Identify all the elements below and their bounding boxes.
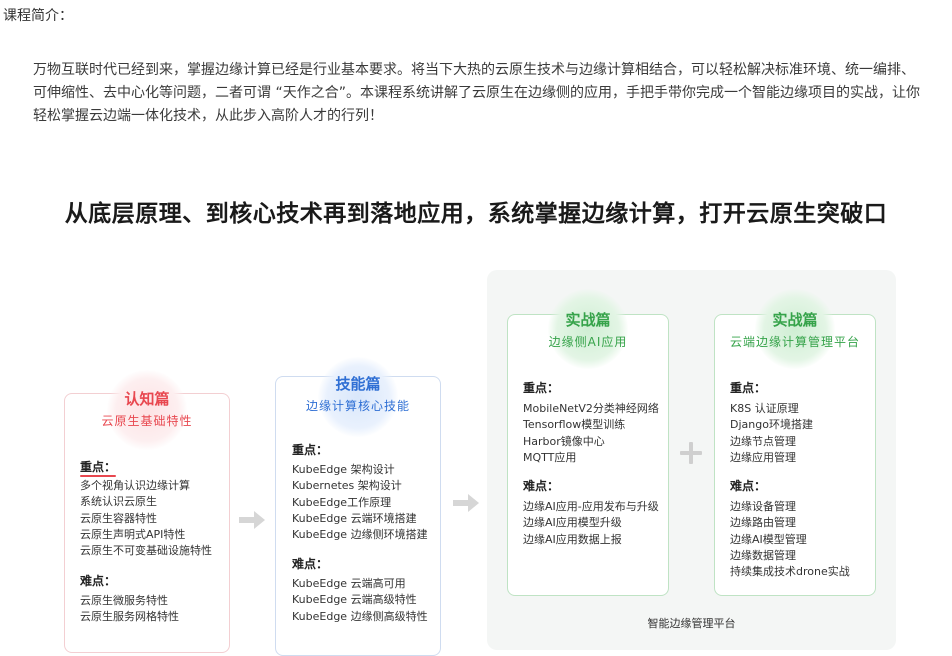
list-item: 边缘数据管理	[730, 548, 796, 562]
list-item: 云原生不可变基础设施特性	[80, 544, 212, 558]
key-points-label: 重点：	[292, 443, 329, 457]
difficulties-label: 难点：	[292, 557, 329, 571]
list-item: 持续集成技术drone实战	[730, 565, 850, 579]
key-points-list: K8S 认证原理 Django环境搭建 边缘节点管理 边缘应用管理	[730, 401, 813, 466]
difficulties-list: 边缘设备管理 边缘路由管理 边缘AI模型管理 边缘数据管理 持续集成技术dron…	[730, 499, 850, 580]
list-item: Kubernetes 架构设计	[292, 479, 402, 493]
list-item: KubeEdge 云端环境搭建	[292, 511, 417, 525]
list-item: KubeEdge 云端高级特性	[292, 593, 417, 607]
list-item: KubeEdge 架构设计	[292, 463, 395, 476]
list-item: KubeEdge工作原理	[292, 495, 392, 509]
list-item: KubeEdge 云端高可用	[292, 577, 406, 590]
card-title: 实战篇	[772, 311, 818, 329]
difficulties-label: 难点：	[523, 479, 560, 493]
card-subtitle: 边缘计算核心技能	[305, 399, 410, 413]
key-points-list: KubeEdge 架构设计 Kubernetes 架构设计 KubeEdge工作…	[292, 462, 428, 543]
arrow-right-icon	[239, 511, 265, 529]
key-points-list: 多个视角认识边缘计算 系统认识云原生 云原生容器特性 云原生声明式API特性 云…	[80, 478, 212, 559]
list-item: Harbor镜像中心	[523, 434, 605, 448]
list-item: 多个视角认识边缘计算	[80, 479, 190, 492]
intro-label: 课程简介：	[3, 8, 73, 24]
list-item: 边缘设备管理	[730, 500, 796, 513]
list-item: 云原生微服务特性	[80, 594, 168, 607]
list-item: KubeEdge 边缘侧高级特性	[292, 609, 428, 623]
intro-paragraph: 万物互联时代已经到来，掌握边缘计算已经是行业基本要求。将当下大热的云原生技术与边…	[33, 62, 920, 124]
list-item: 云原生服务网格特性	[80, 610, 179, 624]
list-item: MobileNetV2分类神经网络	[523, 402, 659, 415]
arrow-right-icon	[453, 494, 479, 512]
list-item: Tensorflow模型训练	[523, 418, 626, 432]
card-badge	[107, 370, 187, 450]
card-subtitle: 云原生基础特性	[101, 414, 193, 428]
list-item: 云原生容器特性	[80, 511, 157, 525]
card-practice-edge-ai: 实战篇 边缘侧AI应用 重点： MobileNetV2分类神经网络 Tensor…	[507, 289, 669, 596]
card-practice-cloud-platform: 实战篇 云端边缘计算管理平台 重点： K8S 认证原理 Django环境搭建 边…	[714, 289, 876, 596]
list-item: 云原生声明式API特性	[80, 527, 186, 541]
card-title: 实战篇	[565, 311, 611, 329]
list-item: 边缘AI模型管理	[730, 532, 807, 546]
card-subtitle: 云端边缘计算管理平台	[729, 335, 860, 349]
headline: 从底层原理、到核心技术再到落地应用，系统掌握边缘计算，打开云原生突破口	[64, 201, 888, 227]
difficulties-label: 难点：	[730, 479, 767, 493]
plus-icon	[680, 442, 702, 464]
card-skills: 技能篇 边缘计算核心技能 重点： KubeEdge 架构设计 Kubernete…	[275, 357, 441, 656]
list-item: Django环境搭建	[730, 418, 813, 432]
card-subtitle: 边缘侧AI应用	[548, 335, 628, 349]
platform-label: 智能边缘管理平台	[647, 617, 736, 630]
card-title: 技能篇	[335, 375, 381, 393]
key-points-label: 重点：	[730, 381, 767, 395]
key-points-label: 重点：	[80, 458, 117, 477]
list-item: 边缘AI应用数据上报	[523, 532, 622, 546]
key-points-label: 重点：	[523, 381, 560, 395]
key-points-list: MobileNetV2分类神经网络 Tensorflow模型训练 Harbor镜…	[523, 401, 659, 466]
card-title: 认知篇	[124, 390, 170, 408]
list-item: 边缘节点管理	[730, 434, 796, 448]
difficulties-list: 云原生微服务特性 云原生服务网格特性	[80, 593, 179, 626]
list-item: 边缘路由管理	[730, 516, 796, 530]
list-item: 边缘AI应用-应用发布与升级	[523, 500, 659, 513]
list-item: 系统认识云原生	[80, 495, 157, 509]
difficulties-list: KubeEdge 云端高可用 KubeEdge 云端高级特性 KubeEdge …	[292, 576, 428, 625]
list-item: 边缘应用管理	[730, 450, 796, 464]
difficulties-label: 难点：	[80, 574, 117, 588]
list-item: K8S 认证原理	[730, 402, 799, 415]
list-item: 边缘AI应用模型升级	[523, 516, 622, 530]
list-item: KubeEdge 边缘侧环境搭建	[292, 528, 428, 542]
list-item: MQTT应用	[523, 450, 577, 464]
difficulties-list: 边缘AI应用-应用发布与升级 边缘AI应用模型升级 边缘AI应用数据上报	[523, 499, 659, 548]
card-cognition: 认知篇 云原生基础特性 重点： 多个视角认识边缘计算 系统认识云原生 云原生容器…	[64, 370, 230, 653]
